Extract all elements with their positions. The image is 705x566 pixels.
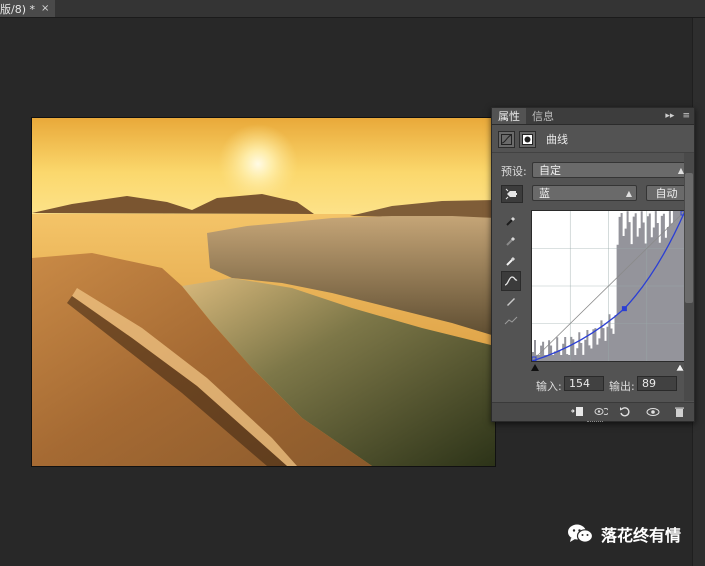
updown-arrow-icon: ▲: [625, 189, 632, 198]
panel-divider: [492, 152, 694, 153]
white-point-eyedropper-icon[interactable]: [501, 251, 521, 271]
mask-icon[interactable]: [519, 130, 536, 148]
document-tab-bar: 版/8) * ×: [0, 0, 705, 18]
preset-label: 预设:: [501, 165, 527, 178]
canvas-image[interactable]: [32, 118, 495, 466]
output-label: 输出:: [609, 380, 635, 393]
document-tab[interactable]: 版/8) * ×: [0, 0, 56, 17]
output-field[interactable]: 89: [637, 376, 677, 391]
scrollbar-thumb[interactable]: [685, 173, 693, 303]
targeted-adjust-hand-icon[interactable]: [501, 185, 523, 203]
black-point-slider[interactable]: [531, 364, 539, 371]
curves-adjustment-icon[interactable]: [498, 130, 515, 148]
channel-value: 蓝: [539, 187, 550, 200]
curve-control-point: [621, 306, 627, 312]
channel-select[interactable]: 蓝 ▲: [532, 185, 637, 201]
reset-icon[interactable]: [618, 405, 632, 418]
collapse-panel-icon[interactable]: ▸▸: [665, 111, 674, 121]
watermark: 落花终有情: [567, 522, 681, 546]
tab-properties[interactable]: 属性: [492, 108, 526, 124]
wechat-icon: [567, 523, 594, 545]
curve-graph[interactable]: [531, 210, 686, 362]
edit-points-curve-icon[interactable]: [501, 271, 521, 291]
adjustment-title-row: 曲线: [498, 130, 568, 148]
panel-scrollbar[interactable]: [684, 153, 694, 401]
preset-select[interactable]: 自定 ▲: [532, 162, 689, 178]
panel-header-icons: ▸▸ ≡: [665, 108, 690, 124]
watermark-text: 落花终有情: [601, 526, 682, 545]
delete-trash-icon[interactable]: [672, 405, 686, 418]
gray-point-eyedropper-icon[interactable]: [501, 231, 521, 251]
input-level-sliders: [531, 361, 685, 372]
view-previous-state-icon[interactable]: [594, 405, 608, 418]
panel-title: 曲线: [546, 133, 568, 146]
panel-footer: [492, 402, 694, 422]
visibility-eye-icon[interactable]: [646, 405, 660, 418]
properties-panel: 属性 信息 ▸▸ ≡ 曲线 预设: 自定 ▲ 蓝 ▲ 自动 输入: 154 输出…: [491, 107, 695, 422]
tab-info[interactable]: 信息: [526, 108, 560, 124]
smooth-curve-icon[interactable]: [501, 311, 521, 331]
white-point-slider[interactable]: [675, 363, 685, 372]
black-point-eyedropper-icon[interactable]: [501, 211, 521, 231]
curve-tools: [501, 211, 521, 331]
input-field[interactable]: 154: [564, 376, 604, 391]
preset-value: 自定: [539, 164, 561, 177]
document-tab-title: 版/8) *: [0, 2, 35, 16]
panel-menu-icon[interactable]: ≡: [682, 111, 690, 121]
clip-to-layer-icon[interactable]: [570, 405, 584, 418]
auto-button[interactable]: 自动: [646, 185, 687, 201]
input-label: 输入:: [536, 380, 562, 393]
resize-grip[interactable]: [587, 421, 603, 425]
close-icon[interactable]: ×: [41, 3, 49, 14]
panel-header: 属性 信息 ▸▸ ≡: [492, 108, 694, 125]
pencil-icon[interactable]: [501, 291, 521, 311]
